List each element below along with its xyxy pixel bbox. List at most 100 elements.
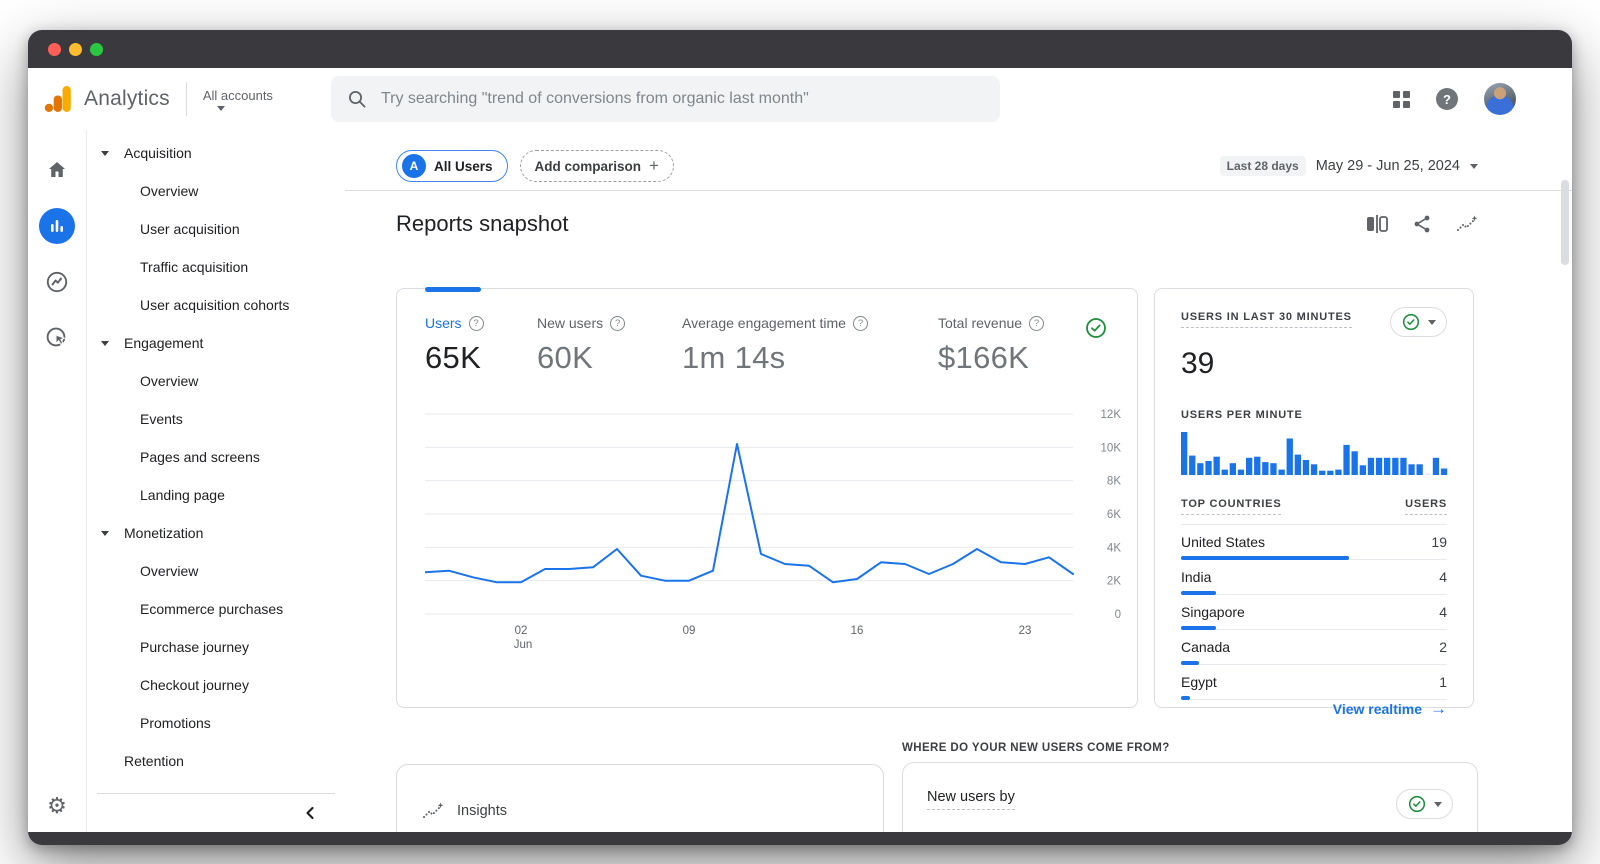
help-circle-icon[interactable]: ? [1029, 315, 1045, 331]
sidebar-item-label: Retention [124, 753, 184, 769]
sidebar-item-checkout-journey[interactable]: Checkout journey [87, 666, 345, 704]
country-users: 1 [1439, 674, 1447, 690]
sidebar-item-overview[interactable]: Overview [87, 362, 345, 400]
advertising-icon [44, 325, 70, 351]
help-circle-icon[interactable]: ? [610, 315, 626, 331]
realtime-title: USERS IN LAST 30 MINUTES [1181, 311, 1352, 328]
svg-text:12K: 12K [1101, 409, 1122, 421]
add-comparison-label: Add comparison [534, 158, 642, 174]
compare-reports-icon[interactable] [1366, 214, 1388, 234]
country-name: United States [1181, 534, 1266, 550]
caret-down-icon[interactable] [101, 150, 109, 156]
snapshot-status-button[interactable] [1083, 315, 1109, 341]
sidebar-item-overview[interactable]: Overview [87, 552, 345, 590]
search-bar[interactable] [330, 76, 1000, 122]
sidebar-item-monetization[interactable]: Monetization [87, 514, 345, 552]
analytics-home-link[interactable]: Analytics [44, 86, 170, 112]
metric-label: Users [425, 315, 462, 331]
country-row: India 4 [1181, 560, 1447, 595]
product-name: Analytics [84, 87, 170, 110]
svg-text:16: 16 [851, 625, 864, 637]
new-users-status-pill[interactable] [1396, 789, 1453, 819]
metric-value: $166K [938, 340, 1030, 375]
sidebar-item-traffic-acquisition[interactable]: Traffic acquisition [87, 248, 345, 286]
sidebar-item-overview[interactable]: Overview [87, 172, 345, 210]
sidebar-item-promotions[interactable]: Promotions [87, 704, 345, 742]
account-switcher[interactable]: All accounts [203, 88, 273, 111]
apps-grid-icon[interactable] [1393, 90, 1410, 108]
date-range-selector[interactable]: Last 28 days May 29 - Jun 25, 2024 [1219, 156, 1572, 176]
zoom-window-button[interactable] [90, 42, 103, 56]
chevron-left-icon [303, 805, 317, 821]
rail-item-advertising[interactable] [39, 320, 75, 356]
new-users-question: WHERE DO YOUR NEW USERS COME FROM? [902, 742, 1170, 754]
metric-tab-users[interactable]: Users? 65K [425, 315, 537, 376]
realtime-users-count: 39 [1181, 347, 1215, 380]
help-button[interactable]: ? [1436, 88, 1458, 110]
metric-tab-total-revenue[interactable]: Total revenue? $166K [938, 315, 1083, 376]
date-range-badge: Last 28 days [1219, 156, 1306, 176]
rail-item-home[interactable] [39, 152, 75, 188]
svg-text:2K: 2K [1107, 576, 1121, 588]
insights-card: Insights [396, 764, 884, 832]
active-metric-tab-indicator [425, 287, 481, 292]
sidebar-item-acquisition[interactable]: Acquisition [87, 134, 345, 172]
caret-down-icon[interactable] [101, 530, 109, 536]
realtime-status-pill[interactable] [1390, 307, 1447, 337]
metric-value: 60K [537, 340, 594, 375]
country-row: Canada 2 [1181, 630, 1447, 665]
sidebar-item-retention[interactable]: Retention [87, 742, 345, 780]
country-bar [1181, 696, 1447, 700]
close-window-button[interactable] [48, 42, 61, 56]
help-circle-icon[interactable]: ? [468, 315, 484, 331]
nav-rail: ⚙ [28, 130, 87, 832]
sidebar-item-pages-and-screens[interactable]: Pages and screens [87, 438, 345, 476]
view-realtime-link[interactable]: View realtime → [1181, 700, 1447, 717]
metric-tab-average-engagement-time[interactable]: Average engagement time? 1m 14s [682, 315, 938, 376]
insights-sparkle-icon[interactable] [1456, 214, 1478, 234]
all-users-chip[interactable]: A All Users [396, 150, 508, 182]
insights-button[interactable]: Insights [421, 801, 859, 821]
caret-down-icon[interactable] [101, 340, 109, 346]
scrollbar-thumb[interactable] [1561, 180, 1569, 265]
svg-text:09: 09 [683, 625, 696, 637]
add-comparison-chip[interactable]: Add comparison + [519, 150, 674, 182]
minimize-window-button[interactable] [69, 42, 82, 56]
page-title: Reports snapshot [396, 211, 569, 236]
sidebar-item-landing-page[interactable]: Landing page [87, 476, 345, 514]
sidebar-item-ecommerce-purchases[interactable]: Ecommerce purchases [87, 590, 345, 628]
help-circle-icon[interactable]: ? [852, 315, 868, 331]
sidebar-item-user-acquisition[interactable]: User acquisition [87, 210, 345, 248]
metric-tab-new-users[interactable]: New users? 60K [537, 315, 682, 376]
sidebar-item-label: Overview [140, 563, 199, 579]
metric-label: New users [537, 315, 604, 331]
sidebar-item-user-acquisition-cohorts[interactable]: User acquisition cohorts [87, 286, 345, 324]
sidebar-item-label: Ecommerce purchases [140, 601, 284, 617]
all-users-chip-label: All Users [434, 158, 493, 174]
reports-sidebar: Acquisition Overview User acquisition Traff… [87, 130, 345, 832]
share-icon[interactable] [1412, 214, 1432, 234]
svg-text:4K: 4K [1107, 542, 1121, 554]
rail-item-reports[interactable] [39, 208, 75, 244]
country-users: 2 [1439, 639, 1447, 655]
svg-text:Jun: Jun [514, 639, 533, 651]
collapse-sidebar-button[interactable] [87, 794, 345, 832]
svg-text:8K: 8K [1107, 476, 1121, 488]
gear-icon[interactable]: ⚙ [47, 796, 67, 818]
sidebar-item-engagement[interactable]: Engagement [87, 324, 345, 362]
country-bar [1181, 556, 1447, 560]
analytics-window: Analytics All accounts ? [28, 30, 1572, 845]
sidebar-item-events[interactable]: Events [87, 400, 345, 438]
country-name: India [1181, 569, 1212, 585]
svg-text:6K: 6K [1107, 509, 1121, 521]
app-header: Analytics All accounts ? [28, 68, 1572, 130]
reports-snapshot-card: Users? 65K New users? 60K Average engagement… [396, 287, 1138, 708]
metric-value: 65K [425, 340, 482, 375]
header-divider [185, 82, 187, 116]
sidebar-item-purchase-journey[interactable]: Purchase journey [87, 628, 345, 666]
search-input[interactable] [380, 90, 984, 108]
user-avatar[interactable] [1484, 83, 1516, 115]
caret-down-icon [216, 105, 225, 111]
account-switcher-label: All accounts [202, 87, 273, 103]
rail-item-explore[interactable] [39, 264, 75, 300]
